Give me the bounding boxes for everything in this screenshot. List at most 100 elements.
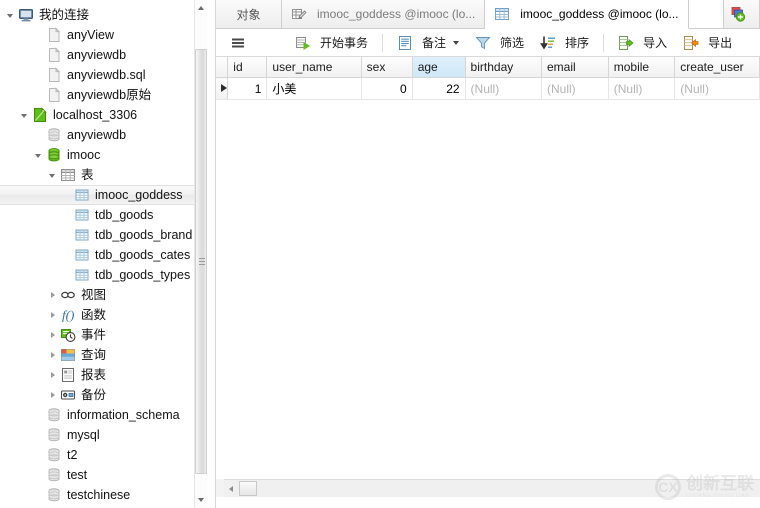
expand-arrow-icon[interactable] bbox=[48, 350, 59, 361]
tree-item-tdb_goods_types[interactable]: tdb_goods_types bbox=[0, 265, 196, 285]
tree-item-information_schema[interactable]: information_schema bbox=[0, 405, 196, 425]
expand-arrow-icon[interactable] bbox=[48, 290, 59, 301]
import-button[interactable]: 导入 bbox=[611, 31, 674, 55]
hamburger-menu-button[interactable] bbox=[225, 31, 256, 55]
tree-scroll-down-button[interactable] bbox=[195, 492, 207, 508]
hamburger-menu-icon bbox=[230, 35, 246, 51]
cell-birthday[interactable]: (Null) bbox=[465, 77, 543, 100]
result-table[interactable]: id user_name sex age birthday email mobile crea… bbox=[216, 57, 760, 100]
tree-item-testchinese[interactable]: testchinese bbox=[0, 485, 196, 505]
tree-scroll-thumb[interactable] bbox=[195, 49, 207, 474]
filter-button[interactable]: 筛选 bbox=[468, 31, 531, 55]
hscroll-left-button[interactable] bbox=[224, 480, 238, 497]
tree-item-t2[interactable]: t2 bbox=[0, 445, 196, 465]
column-header-email[interactable]: email bbox=[541, 57, 609, 78]
chevron-down-icon[interactable] bbox=[453, 40, 460, 45]
data-grid[interactable]: id user_name sex age birthday email mobile crea… bbox=[216, 57, 760, 479]
grid-horizontal-scrollbar[interactable] bbox=[224, 479, 760, 497]
tree-item-[interactable]: 我的连接 bbox=[0, 5, 196, 25]
tree-scroll-up-button[interactable] bbox=[195, 0, 207, 16]
expand-arrow-icon[interactable] bbox=[48, 390, 59, 401]
note-button[interactable]: 备注 bbox=[390, 31, 466, 55]
tree-item-[interactable]: 事件 bbox=[0, 325, 196, 345]
database-gray-icon bbox=[46, 447, 62, 463]
tree-item-tdb_goods_brand[interactable]: tdb_goods_brand bbox=[0, 225, 196, 245]
tree-item-test[interactable]: test bbox=[0, 465, 196, 485]
tree-item-[interactable]: f() 函数 bbox=[0, 305, 196, 325]
tree-item-[interactable]: 视图 bbox=[0, 285, 196, 305]
tree-item-anyviewdb[interactable]: anyviewdb原始 bbox=[0, 85, 196, 105]
table-row[interactable]: 1 小美 0 22 (Null) (Null) (Null) (Null) bbox=[216, 77, 760, 100]
tab-imooc-goddess-design[interactable]: imooc_goddess @imooc (lo... bbox=[282, 0, 486, 28]
begin-transaction-button[interactable]: 开始事务 bbox=[288, 31, 375, 55]
cell-create_user[interactable]: (Null) bbox=[674, 77, 760, 100]
collapse-arrow-icon[interactable] bbox=[6, 10, 17, 21]
tree-item-tdb_goods[interactable]: tdb_goods bbox=[0, 205, 196, 225]
monitor-icon bbox=[18, 7, 34, 23]
tab-object[interactable]: 对象 bbox=[216, 0, 282, 28]
database-gray-icon bbox=[46, 127, 62, 143]
expand-arrow-icon[interactable] bbox=[48, 370, 59, 381]
export-button[interactable]: 导出 bbox=[676, 31, 739, 55]
expand-arrow-icon[interactable] bbox=[48, 310, 59, 321]
table-icon bbox=[74, 187, 90, 203]
table-header-row[interactable]: id user_name sex age birthday email mobile crea… bbox=[216, 57, 760, 78]
tree-item-anyviewdb[interactable]: anyviewdb bbox=[0, 45, 196, 65]
collapse-arrow-icon[interactable] bbox=[48, 170, 59, 181]
column-header-mobile[interactable]: mobile bbox=[608, 57, 676, 78]
tree-item-imooc_goddess[interactable]: imooc_goddess bbox=[0, 185, 200, 205]
tree-item-label: 备份 bbox=[81, 388, 107, 402]
toolbar-separator bbox=[603, 33, 605, 52]
object-tree-panel: 我的连接 anyView anyviewdb anyviewdb.sql anyview… bbox=[0, 0, 216, 508]
column-header-id[interactable]: id bbox=[227, 57, 268, 78]
backup-icon bbox=[60, 387, 76, 403]
tree-item-anyviewdb[interactable]: anyviewdb bbox=[0, 125, 196, 145]
tree-item-[interactable]: 表 bbox=[0, 165, 196, 185]
import-icon bbox=[618, 35, 634, 51]
table-body[interactable]: 1 小美 0 22 (Null) (Null) (Null) (Null) bbox=[216, 77, 760, 100]
tree-item-[interactable]: 备份 bbox=[0, 385, 196, 405]
tree-item-tdb_goods_cates[interactable]: tdb_goods_cates bbox=[0, 245, 196, 265]
tab-imooc-goddess-data[interactable]: imooc_goddess @imooc (lo... bbox=[485, 0, 689, 29]
column-header-birthday[interactable]: birthday bbox=[465, 57, 543, 78]
table-group-icon bbox=[60, 167, 76, 183]
tree-item-[interactable]: 查询 bbox=[0, 345, 196, 365]
cell-age[interactable]: 22 bbox=[412, 77, 466, 100]
column-header-user_name[interactable]: user_name bbox=[266, 57, 362, 78]
tree-item-label: tdb_goods_types bbox=[95, 268, 191, 282]
cell-user_name[interactable]: 小美 bbox=[266, 77, 362, 100]
cell-mobile[interactable]: (Null) bbox=[608, 77, 676, 100]
new-tab-button[interactable] bbox=[723, 0, 758, 28]
column-header-sex[interactable]: sex bbox=[361, 57, 413, 78]
tree-item-imooc[interactable]: imooc bbox=[0, 145, 196, 165]
collapse-arrow-icon[interactable] bbox=[34, 150, 45, 161]
hscroll-thumb[interactable] bbox=[239, 481, 257, 496]
export-icon bbox=[683, 35, 699, 51]
tree-item-label: anyviewdb.sql bbox=[67, 68, 146, 82]
application-window: 我的连接 anyView anyviewdb anyviewdb.sql anyview… bbox=[0, 0, 760, 508]
cell-sex[interactable]: 0 bbox=[361, 77, 413, 100]
cell-email[interactable]: (Null) bbox=[541, 77, 609, 100]
tree-item-[interactable]: 报表 bbox=[0, 365, 196, 385]
current-row-marker[interactable] bbox=[216, 77, 229, 100]
tree-item-anyviewdb-sql[interactable]: anyviewdb.sql bbox=[0, 65, 196, 85]
tree-item-anyview[interactable]: anyView bbox=[0, 25, 196, 45]
column-header-age[interactable]: age bbox=[412, 57, 466, 78]
tree-item-label: 事件 bbox=[81, 328, 107, 342]
tree-item-mysql[interactable]: mysql bbox=[0, 425, 196, 445]
tree-item-localhost_3306[interactable]: localhost_3306 bbox=[0, 105, 196, 125]
sort-button[interactable]: 排序 bbox=[533, 31, 596, 55]
cell-id[interactable]: 1 bbox=[227, 77, 268, 100]
collapse-arrow-icon[interactable] bbox=[20, 110, 31, 121]
tree-vertical-scrollbar[interactable] bbox=[194, 0, 207, 508]
connection-tree[interactable]: 我的连接 anyView anyviewdb anyviewdb.sql anyview… bbox=[0, 0, 200, 505]
database-gray-icon bbox=[46, 407, 62, 423]
tab-bar: 对象 imooc_goddess @imooc (lo... imooc_god… bbox=[216, 0, 760, 29]
tree-item-label: 报表 bbox=[81, 368, 107, 382]
column-header-create_user[interactable]: create_user bbox=[674, 57, 760, 78]
expand-arrow-icon[interactable] bbox=[48, 330, 59, 341]
tree-item-label: 查询 bbox=[81, 348, 107, 362]
